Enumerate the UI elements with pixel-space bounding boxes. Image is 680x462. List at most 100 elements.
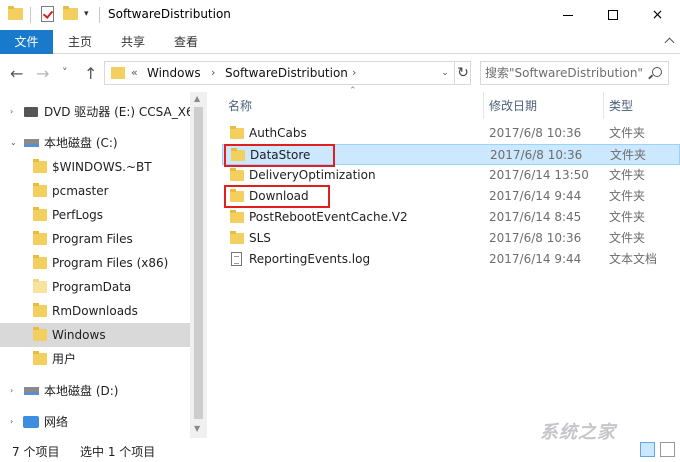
up-button[interactable]: ↑: [84, 64, 97, 83]
file-type: 文件夹: [609, 168, 646, 182]
expand-ribbon-icon[interactable]: [663, 34, 677, 48]
folder-icon: [111, 67, 125, 79]
sidebar-item-label: $WINDOWS.~BT: [52, 160, 152, 174]
folder-icon: [33, 351, 47, 365]
file-type: 文件夹: [609, 189, 646, 203]
scroll-down-icon[interactable]: ▼: [194, 424, 200, 433]
column-header-date[interactable]: 修改日期: [489, 97, 537, 114]
file-date: 2017/6/8 10:36: [490, 148, 583, 162]
address-row: ← → ˅ ↑ « Windows › SoftwareDistribution…: [0, 55, 680, 91]
properties-icon[interactable]: [41, 6, 54, 22]
search-icon[interactable]: [652, 67, 662, 77]
column-divider[interactable]: [483, 92, 484, 119]
file-row-deliveryoptimization[interactable]: DeliveryOptimization 2017/6/14 13:50 文件夹: [222, 165, 680, 186]
file-date: 2017/6/14 9:44: [489, 252, 582, 266]
file-name: ReportingEvents.log: [249, 252, 371, 266]
sidebar-item-label: Program Files (x86): [52, 256, 169, 270]
sidebar-item-label: 网络: [44, 415, 69, 429]
sidebar-item-programdata[interactable]: ProgramData: [0, 275, 190, 299]
forward-button[interactable]: →: [36, 64, 49, 83]
sort-ascending-icon: ⌃: [349, 86, 357, 96]
scroll-up-icon[interactable]: ▲: [194, 94, 200, 103]
file-type: 文本文档: [609, 252, 658, 266]
folder-icon: [33, 303, 47, 317]
breadcrumb-softwaredistribution[interactable]: SoftwareDistribution: [225, 66, 348, 80]
sidebar-item-perflogs[interactable]: PerfLogs: [0, 203, 190, 227]
folder-icon: [33, 231, 47, 245]
sidebar-item-network[interactable]: › 网络: [0, 410, 190, 434]
breadcrumb-windows[interactable]: Windows: [147, 66, 201, 80]
search-input[interactable]: [485, 65, 645, 81]
minimize-button[interactable]: [545, 0, 590, 30]
expand-icon[interactable]: ›: [10, 410, 13, 434]
window-title: SoftwareDistribution: [108, 7, 231, 21]
file-name: DeliveryOptimization: [249, 168, 376, 182]
folder-icon: [33, 327, 47, 341]
sidebar-item-rmdownloads[interactable]: RmDownloads: [0, 299, 190, 323]
sidebar-item-windows-bt[interactable]: $WINDOWS.~BT: [0, 155, 190, 179]
tab-view[interactable]: 查看: [174, 30, 198, 54]
folder-icon: [230, 126, 244, 139]
expand-icon[interactable]: ›: [10, 379, 13, 403]
column-divider[interactable]: [603, 92, 604, 119]
sidebar-item-drive-c[interactable]: ⌄ 本地磁盘 (C:): [0, 131, 190, 155]
sidebar-item-label: ProgramData: [52, 280, 132, 294]
file-type: 文件夹: [610, 148, 647, 162]
sidebar-item-pcmaster[interactable]: pcmaster: [0, 179, 190, 203]
file-row-reportingevents[interactable]: ReportingEvents.log 2017/6/14 9:44 文本文档: [222, 249, 680, 270]
file-date: 2017/6/8 10:36: [489, 126, 582, 140]
folder-icon: [33, 159, 47, 173]
divider: [30, 7, 31, 23]
file-name: PostRebootEventCache.V2: [249, 210, 408, 224]
file-list: ⌃ 名称 修改日期 类型 AuthCabs 2017/6/8 10:36 文件夹…: [208, 86, 680, 438]
breadcrumb-separator[interactable]: ›: [352, 66, 356, 79]
sidebar-item-label: 本地磁盘 (C:): [44, 136, 118, 150]
sidebar-item-program-files[interactable]: Program Files: [0, 227, 190, 251]
file-row-authcabs[interactable]: AuthCabs 2017/6/8 10:36 文件夹: [222, 123, 680, 144]
file-row-sls[interactable]: SLS 2017/6/8 10:36 文件夹: [222, 228, 680, 249]
refresh-button[interactable]: ↻: [454, 62, 471, 84]
collapse-icon[interactable]: ⌄: [10, 131, 17, 155]
file-type: 文件夹: [609, 231, 646, 245]
file-date: 2017/6/14 8:45: [489, 210, 582, 224]
sidebar-item-label: 本地磁盘 (D:): [44, 384, 119, 398]
expand-icon[interactable]: ›: [10, 100, 13, 124]
watermark: 系统之家: [540, 422, 616, 443]
tab-file[interactable]: 文件: [0, 30, 53, 54]
details-view-button[interactable]: [640, 442, 655, 457]
maximize-button[interactable]: [590, 0, 635, 30]
tab-home[interactable]: 主页: [68, 30, 92, 54]
hard-drive-icon: [24, 139, 39, 147]
large-icons-view-button[interactable]: [660, 442, 675, 457]
dvd-drive-icon: [24, 107, 38, 117]
column-header-name[interactable]: 名称: [228, 97, 252, 114]
sidebar-item-dvd-drive[interactable]: › DVD 驱动器 (E:) CCSA_X64: [0, 100, 190, 124]
item-count: 7 个项目: [12, 445, 60, 459]
breadcrumb-overflow[interactable]: «: [131, 66, 138, 79]
sidebar-item-users[interactable]: 用户: [0, 347, 190, 371]
folder-icon: [33, 279, 47, 293]
address-bar[interactable]: « Windows › SoftwareDistribution › ⌄ ↻: [104, 61, 471, 85]
sidebar-scrollbar[interactable]: ▲ ▼: [190, 92, 207, 438]
file-row-postrebooteventcache[interactable]: PostRebootEventCache.V2 2017/6/14 8:45 文…: [222, 207, 680, 228]
new-folder-icon[interactable]: [63, 6, 78, 20]
address-history-dropdown[interactable]: ⌄: [436, 62, 453, 84]
maximize-icon: [607, 10, 618, 20]
scrollbar-thumb[interactable]: [194, 107, 203, 419]
back-button[interactable]: ←: [10, 64, 23, 83]
sidebar-item-label: pcmaster: [52, 184, 109, 198]
breadcrumb-separator[interactable]: ›: [211, 66, 215, 79]
sidebar-item-windows[interactable]: Windows: [0, 323, 190, 347]
recent-locations-button[interactable]: ˅: [62, 66, 68, 79]
tab-share[interactable]: 共享: [121, 30, 145, 54]
file-date: 2017/6/8 10:36: [489, 231, 582, 245]
close-button[interactable]: ×: [635, 0, 680, 30]
sidebar-item-program-files-x86[interactable]: Program Files (x86): [0, 251, 190, 275]
folder-icon: [230, 168, 244, 181]
file-name: AuthCabs: [249, 126, 307, 140]
customize-toolbar-icon[interactable]: ▾: [84, 9, 89, 19]
column-header-type[interactable]: 类型: [609, 97, 633, 114]
search-box[interactable]: [480, 61, 669, 85]
hard-drive-icon: [24, 387, 39, 395]
sidebar-item-drive-d[interactable]: › 本地磁盘 (D:): [0, 379, 190, 403]
